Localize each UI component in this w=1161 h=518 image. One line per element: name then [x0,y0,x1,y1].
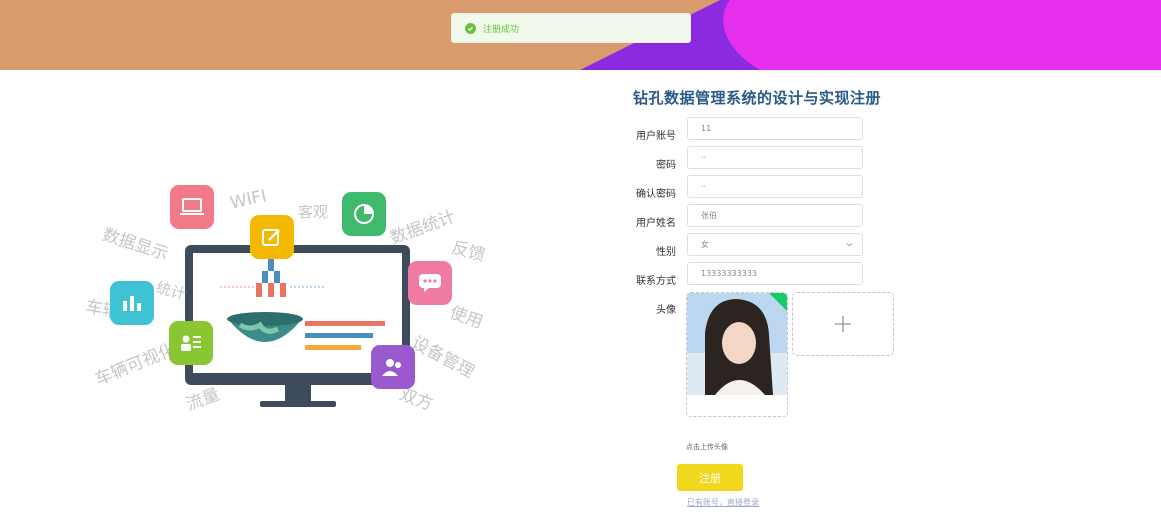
confirm-password-label: 确认密码 [636,189,676,200]
name-value: 张伯 [701,211,717,220]
bar-chart-app-icon [110,281,154,325]
name-input[interactable]: 张伯 [687,204,863,227]
account-value: 11 [701,124,712,133]
avatar-upload-button[interactable] [792,292,894,356]
chevron-down-icon [846,242,853,247]
hero-illustration: WIFI 客观 数据统计 数据显示 反馈 统计 车辆 使用 车辆可视化 设备管理… [80,175,500,415]
password-input[interactable]: ·· [687,146,863,169]
success-check-icon [465,22,476,34]
edit-app-icon [250,215,294,259]
word-keguan: 客观 [298,203,329,221]
password-value: ·· [701,153,707,162]
success-toast: 注册成功 [451,13,691,43]
profile-app-icon [169,321,213,365]
phone-label: 联系方式 [636,276,676,287]
laptop-app-icon [170,185,214,229]
phone-value: 13333333333 [701,269,757,278]
avatar-label: 头像 [656,305,676,316]
toast-message: 注册成功 [483,24,520,35]
confirm-password-value: ·· [701,182,707,191]
gender-value: 女 [701,240,709,249]
avatar-preview[interactable] [686,292,788,417]
pie-chart-app-icon [342,192,386,236]
plus-icon [835,316,851,332]
gender-select[interactable]: 女 [687,233,863,256]
register-button[interactable]: 注册 [677,464,743,491]
chat-app-icon [408,261,452,305]
account-label: 用户账号 [636,131,676,142]
avatar-upload-hint: 点击上传头像 [686,443,728,451]
login-link[interactable]: 已有账号，直接登录 [687,497,759,508]
confirm-password-input[interactable]: ·· [687,175,863,198]
gender-label: 性别 [656,247,676,258]
form-title: 钻孔数据管理系统的设计与实现注册 [633,89,882,107]
name-label: 用户姓名 [636,218,676,229]
register-page: 注册成功 WIFI 客观 数据统计 数据显示 反馈 统计 车辆 使用 车辆可视化… [0,0,1161,518]
password-label: 密码 [656,160,676,171]
account-input[interactable]: 11 [687,117,863,140]
users-app-icon [371,345,415,389]
upload-success-badge [769,293,787,311]
phone-input[interactable]: 13333333333 [687,262,863,285]
